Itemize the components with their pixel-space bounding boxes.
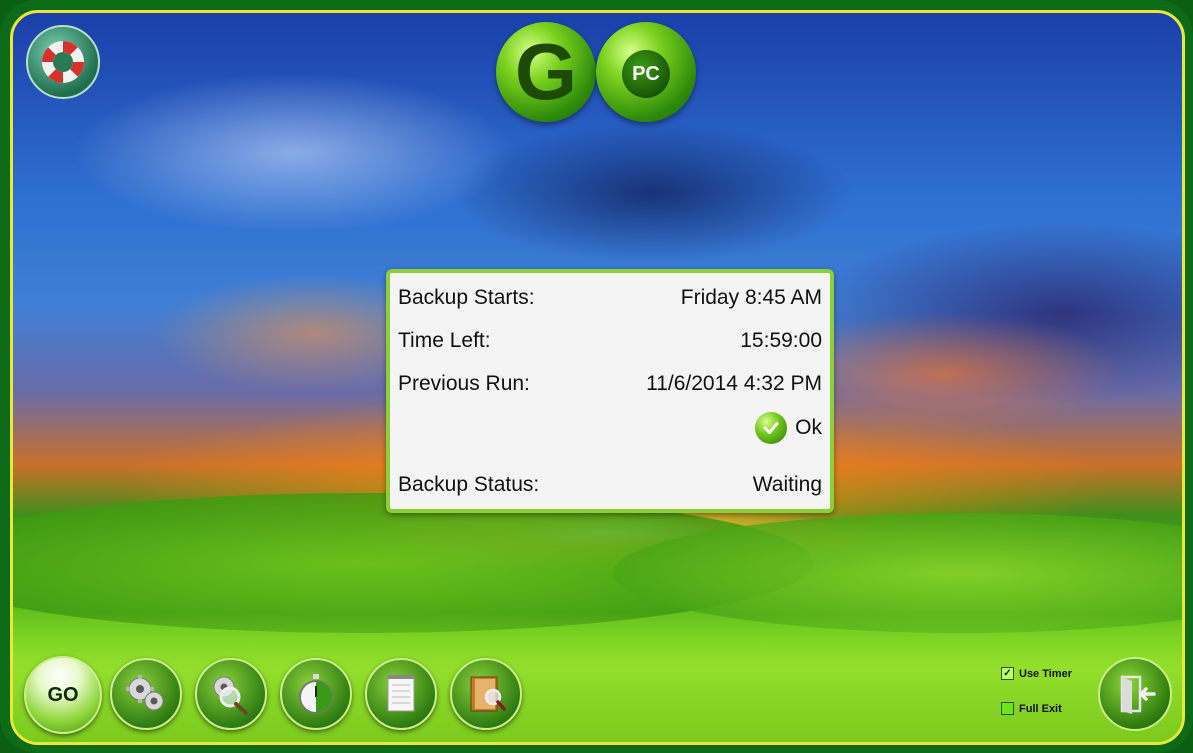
settings-button[interactable] [110, 658, 182, 730]
notepad-icon [387, 675, 415, 712]
use-timer-checkbox[interactable]: ✓ [1001, 667, 1014, 680]
settings-gears-icon [126, 675, 164, 711]
run-result: Ok [755, 411, 822, 445]
notes-button[interactable] [365, 658, 437, 730]
full-exit-label: Full Exit [1019, 702, 1062, 715]
previous-run-value: 11/6/2014 4:32 PM [646, 372, 822, 395]
logo-pc-badge: PC [622, 50, 670, 98]
previous-run-row: Previous Run: 11/6/2014 4:32 PM [398, 369, 822, 399]
full-exit-option[interactable]: Full Exit [1001, 702, 1062, 715]
use-timer-label: Use Timer [1019, 667, 1072, 680]
previous-run-label: Previous Run: [398, 372, 530, 395]
search-settings-button[interactable] [195, 658, 267, 730]
backup-status-label: Backup Status: [398, 473, 540, 496]
backup-starts-value: Friday 8:45 AM [680, 286, 822, 309]
check-circle-icon [755, 412, 788, 444]
view-log-button[interactable] [450, 658, 522, 730]
go-button[interactable]: GO [24, 656, 102, 734]
use-timer-option[interactable]: ✓ Use Timer [1001, 667, 1072, 680]
log-search-icon [470, 676, 506, 712]
backup-status-row: Backup Status: Waiting [398, 470, 822, 500]
logo-letter: G [514, 27, 578, 116]
time-left-row: Time Left: 15:59:00 [398, 326, 822, 356]
time-left-label: Time Left: [398, 329, 491, 352]
run-result-text: Ok [795, 416, 822, 439]
app-window: G PC Backup Starts: Friday 8:45 AM Time … [0, 0, 1193, 753]
stopwatch-icon [299, 674, 333, 714]
time-left-value: 15:59:00 [740, 329, 822, 352]
backup-starts-row: Backup Starts: Friday 8:45 AM [398, 283, 822, 313]
backup-starts-label: Backup Starts: [398, 286, 535, 309]
search-settings-icon [213, 676, 248, 715]
lifebuoy-icon [42, 41, 84, 83]
gopc-logo: G PC [496, 22, 700, 124]
full-exit-checkbox[interactable] [1001, 702, 1014, 715]
exit-button[interactable] [1098, 657, 1172, 731]
help-lifebuoy-button[interactable] [26, 25, 100, 99]
backup-status-panel: Backup Starts: Friday 8:45 AM Time Left:… [386, 269, 834, 513]
timer-button[interactable] [280, 658, 352, 730]
backup-status-value: Waiting [752, 473, 822, 496]
exit-door-icon [1120, 675, 1156, 714]
